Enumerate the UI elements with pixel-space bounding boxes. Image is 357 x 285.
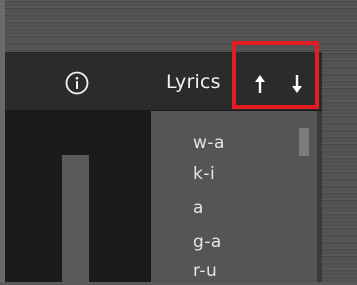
- panel-divider: [317, 111, 322, 282]
- list-item[interactable]: g-a: [193, 231, 222, 253]
- info-circle-icon[interactable]: [65, 71, 89, 95]
- arrow-up-icon[interactable]: [250, 72, 270, 96]
- window-chrome-top: [0, 0, 357, 52]
- window-chrome-right: [322, 52, 357, 285]
- lyrics-list: w-a k-i a g-a r-u: [151, 111, 322, 282]
- arrow-down-icon[interactable]: [287, 72, 307, 96]
- list-item[interactable]: w-a: [193, 132, 225, 154]
- lyrics-toolbar: Lyrics: [5, 52, 322, 111]
- preview-panel: [5, 111, 151, 282]
- lyrics-editor-window: Lyrics w-a k-i a g-a r-u: [0, 0, 357, 285]
- list-item[interactable]: r-u: [193, 260, 217, 282]
- level-slider[interactable]: [62, 155, 89, 282]
- list-item[interactable]: a: [193, 197, 204, 219]
- lyrics-label: Lyrics: [166, 71, 221, 93]
- list-scrollbar-thumb[interactable]: [299, 128, 309, 156]
- list-item[interactable]: k-i: [193, 163, 215, 185]
